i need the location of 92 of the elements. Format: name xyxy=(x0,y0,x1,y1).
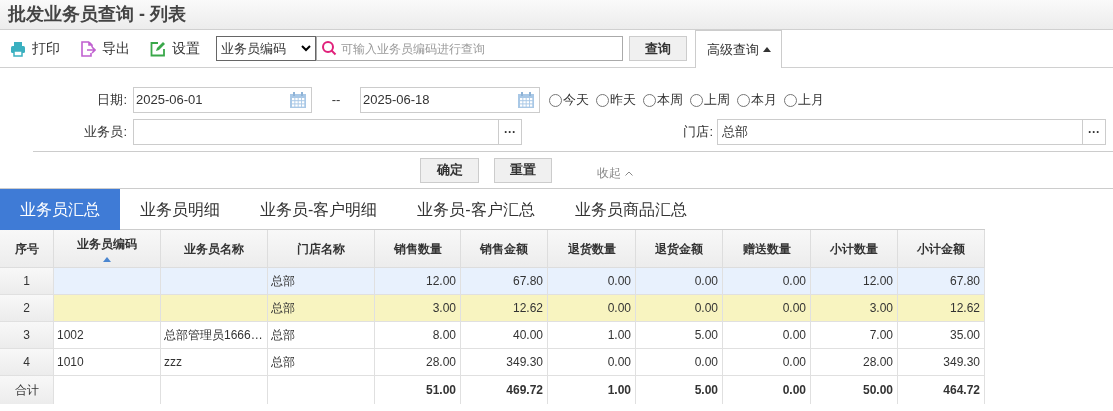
field-label: 日期: xyxy=(96,91,128,110)
table-cell-text: 1002 xyxy=(57,327,84,344)
advanced-search-tab[interactable]: 高级查询 xyxy=(695,30,782,68)
toolbar-button[interactable]: 设置 xyxy=(150,38,200,59)
table-cell-text: 1.00 xyxy=(607,327,631,344)
table-cell-text: 0.00 xyxy=(607,273,631,290)
picker-button[interactable]: ··· xyxy=(1083,119,1106,145)
table-row[interactable]: 3 1002 总部管理员1666… 总部 8.00 40.00 1.00 5.00 0.00 7.00 35.00 xyxy=(0,322,985,349)
tab[interactable]: 业务员汇总 xyxy=(0,189,120,230)
row-number: 2 xyxy=(23,300,30,317)
table-row[interactable]: 1 总部 12.00 67.80 0.00 0.00 0.00 12.00 67.80 xyxy=(0,268,985,295)
export-icon xyxy=(80,40,96,57)
radio-option[interactable]: 本月 xyxy=(737,90,777,110)
radio-option[interactable]: 昨天 xyxy=(596,90,636,110)
table-cell-text: 5.00 xyxy=(694,327,718,344)
tab[interactable]: 业务员商品汇总 xyxy=(554,189,707,230)
search-icon xyxy=(321,40,337,56)
field-label: 业务员: xyxy=(83,123,128,142)
table-cell-text: 28.00 xyxy=(425,354,456,371)
calendar-icon[interactable] xyxy=(517,91,535,109)
table-cell-text: 12.62 xyxy=(949,300,980,317)
search-field[interactable]: 可输入业务员编码进行查询 xyxy=(316,36,623,61)
radio-option[interactable]: 上月 xyxy=(784,90,824,110)
search-button[interactable]: 查询 xyxy=(629,36,687,61)
table-cell-text: 总部管理员1666… xyxy=(164,327,263,344)
table-cell-text: 40.00 xyxy=(512,327,543,344)
table-cell-text: 3.00 xyxy=(869,300,893,317)
chevron-up-icon xyxy=(625,170,633,176)
table-row[interactable]: 2 总部 3.00 12.62 0.00 0.00 0.00 3.00 12.62 xyxy=(0,295,985,322)
salesman-field[interactable] xyxy=(133,119,499,145)
search-type-select[interactable]: 业务员编码 xyxy=(216,36,316,61)
printer-icon xyxy=(10,40,26,57)
toolbar-button[interactable]: 打印 xyxy=(10,38,60,59)
totals-label: 合计 xyxy=(14,382,39,399)
table-cell-text: 349.30 xyxy=(943,354,980,371)
radio-option[interactable]: 上周 xyxy=(690,90,730,110)
table-cell-text: 12.00 xyxy=(425,273,456,290)
table-cell-text: 0.00 xyxy=(782,327,806,344)
date-field[interactable]: 2025-06-18 xyxy=(360,87,540,113)
table-cell-text: 总部 xyxy=(271,327,295,344)
toolbar-button[interactable]: 导出 xyxy=(80,38,130,59)
chevron-down-icon xyxy=(301,45,311,52)
row-number: 4 xyxy=(23,354,30,371)
confirm-button[interactable]: 确定 xyxy=(420,157,479,183)
table-cell-text: 0.00 xyxy=(607,354,631,371)
table-cell-text: 总部 xyxy=(271,273,295,290)
table-cell-text: zzz xyxy=(164,354,182,371)
table-cell-text: 3.00 xyxy=(432,300,456,317)
table-cell-text: 12.62 xyxy=(512,300,543,317)
table-cell-text: 0.00 xyxy=(782,300,806,317)
table-cell-text: 0.00 xyxy=(694,300,718,317)
table-cell-text: 67.80 xyxy=(949,273,980,290)
date-field[interactable]: 2025-06-01 xyxy=(133,87,312,113)
tab[interactable]: 业务员-客户汇总 xyxy=(397,189,555,230)
radio-option[interactable]: 本周 xyxy=(643,90,683,110)
table-cell-text: 1010 xyxy=(57,354,84,371)
edit-icon xyxy=(150,40,166,57)
table-row[interactable]: 4 1010 zzz 总部 28.00 349.30 0.00 0.00 0.00 28.00 349.30 xyxy=(0,349,985,376)
reset-button[interactable]: 重置 xyxy=(494,157,552,183)
table-cell-text: 35.00 xyxy=(949,327,980,344)
table-cell-text: 349.30 xyxy=(506,354,543,371)
row-number: 3 xyxy=(23,327,30,344)
table-cell-text: 总部 xyxy=(271,354,295,371)
collapse-link[interactable]: 收起 xyxy=(597,164,633,182)
total-cell-text: 51.00 xyxy=(425,382,456,399)
date-separator: -- xyxy=(330,91,342,110)
table-cell-text: 0.00 xyxy=(782,354,806,371)
total-cell-text: 5.00 xyxy=(694,382,718,399)
table-cell-text: 28.00 xyxy=(862,354,893,371)
table-cell-text: 67.80 xyxy=(512,273,543,290)
table-cell-text: 12.00 xyxy=(862,273,893,290)
table-cell-text: 0.00 xyxy=(694,273,718,290)
table-cell-text: 0.00 xyxy=(607,300,631,317)
store-field[interactable]: 总部 xyxy=(717,119,1083,145)
table-cell-text: 0.00 xyxy=(694,354,718,371)
page-title: 批发业务员查询 - 列表 xyxy=(8,3,186,26)
table-cell-text: 7.00 xyxy=(869,327,893,344)
radio-option[interactable]: 今天 xyxy=(549,90,589,110)
total-cell-text: 464.72 xyxy=(943,382,980,399)
calendar-icon[interactable] xyxy=(289,91,307,109)
picker-button[interactable]: ··· xyxy=(499,119,522,145)
table-cell-text: 0.00 xyxy=(782,273,806,290)
total-cell-text: 0.00 xyxy=(782,382,806,399)
row-number: 1 xyxy=(23,273,30,290)
total-cell-text: 469.72 xyxy=(506,382,543,399)
field-label: 门店: xyxy=(682,123,714,142)
tab[interactable]: 业务员-客户明细 xyxy=(240,189,398,230)
total-cell-text: 50.00 xyxy=(862,382,893,399)
tab[interactable]: 业务员明细 xyxy=(120,189,240,230)
table-cell-text: 8.00 xyxy=(432,327,456,344)
total-cell-text: 1.00 xyxy=(607,382,631,399)
table-cell-text: 总部 xyxy=(271,300,295,317)
